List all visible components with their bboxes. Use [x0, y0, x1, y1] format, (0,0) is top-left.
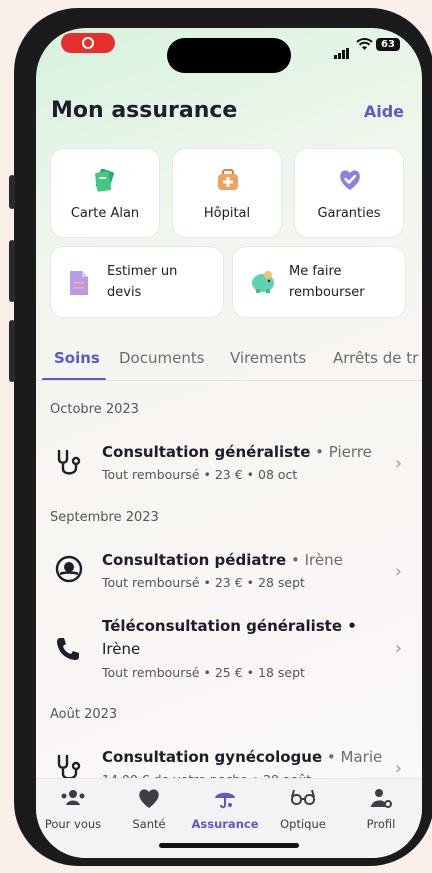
tabbar-profil[interactable]: Profil	[344, 787, 418, 831]
guarantees-button[interactable]: Garanties	[294, 148, 404, 238]
tabbar-label: Santé	[132, 817, 166, 831]
status-bar: 63	[36, 28, 422, 78]
item-title: Consultation pédiatre	[102, 551, 287, 569]
tab-virements[interactable]: Virements	[230, 349, 306, 367]
estimate-quote-button[interactable]: Estimer un devis	[50, 246, 224, 318]
item-title: Téléconsultation généraliste •	[102, 617, 357, 635]
chevron-right-icon: ›	[394, 561, 402, 582]
piggy-bank-icon	[252, 271, 274, 293]
tabbar-pour-vous[interactable]: Pour vous	[36, 787, 110, 831]
list-item[interactable]: Consultation généraliste • Pierre Tout r…	[36, 438, 422, 500]
glasses-icon	[291, 789, 315, 805]
hospital-button[interactable]: Hôpital	[172, 148, 282, 238]
get-reimbursed-label: Me faire rembourser	[289, 264, 365, 300]
wifi-icon	[356, 38, 373, 50]
heart-shield-icon	[340, 170, 360, 190]
volume-down-button	[9, 320, 15, 382]
item-person: • Pierre	[310, 443, 372, 461]
baby-icon	[55, 555, 83, 583]
dynamic-island	[167, 38, 291, 73]
item-detail: Tout remboursé • 23 € • 08 oct	[102, 467, 298, 482]
list-item[interactable]: Téléconsultation généraliste • Irène Tout…	[36, 615, 422, 685]
phone-icon	[57, 638, 79, 660]
section-header: Octobre 2023	[50, 402, 139, 417]
tabbar-label: Pour vous	[44, 817, 102, 831]
page-title: Mon assurance	[51, 98, 238, 123]
card-alan-button[interactable]: Carte Alan	[50, 148, 160, 238]
chevron-right-icon: ›	[394, 758, 402, 779]
item-person: • Marie	[322, 748, 383, 766]
get-reimbursed-button[interactable]: Me faire rembourser	[232, 246, 406, 318]
tabbar-label: Profil	[366, 817, 396, 831]
item-person: Irène	[102, 640, 141, 658]
volume-up-button	[9, 240, 15, 302]
item-detail: Tout remboursé • 25 € • 18 sept	[102, 665, 305, 680]
item-detail: Tout remboursé • 23 € • 28 sept	[102, 575, 305, 590]
list-item[interactable]: Consultation pédiatre • Irène Tout rembo…	[36, 546, 422, 608]
item-title: Consultation généraliste	[102, 443, 311, 461]
item-person: • Irène	[286, 551, 343, 569]
section-header: Septembre 2023	[50, 510, 159, 525]
chevron-right-icon: ›	[394, 638, 402, 659]
tabs-divider	[36, 380, 422, 381]
tab-soins[interactable]: Soins	[54, 349, 100, 367]
tabbar-label: Assurance	[191, 817, 259, 831]
help-link[interactable]: Aide	[364, 102, 404, 121]
card-alan-label: Carte Alan	[70, 206, 140, 221]
tabbar-sante[interactable]: Santé	[112, 787, 186, 831]
hospital-label: Hôpital	[203, 206, 251, 221]
screen-recording-icon	[61, 33, 115, 53]
document-icon	[70, 271, 88, 295]
hospital-icon	[218, 169, 238, 190]
profile-icon	[371, 789, 392, 808]
guarantees-label: Garanties	[317, 206, 381, 221]
item-title: Consultation gynécologue	[102, 748, 323, 766]
people-icon	[61, 790, 85, 805]
home-indicator[interactable]	[159, 843, 299, 848]
stethoscope-icon	[57, 449, 81, 475]
estimate-quote-label: Estimer un devis	[107, 264, 178, 300]
chevron-right-icon: ›	[394, 453, 402, 474]
tabbar-assurance[interactable]: Assurance	[188, 787, 262, 831]
tabbar-optique[interactable]: Optique	[266, 787, 340, 831]
umbrella-icon	[215, 792, 235, 809]
action-button	[9, 175, 15, 209]
heart-icon	[139, 789, 159, 808]
tab-documents[interactable]: Documents	[119, 349, 205, 367]
tab-arrets[interactable]: Arrêts de tr	[333, 349, 418, 367]
tabbar-label: Optique	[280, 817, 326, 831]
card-icon	[95, 168, 114, 192]
signal-icon	[334, 40, 350, 59]
section-header: Août 2023	[50, 707, 118, 722]
list-item[interactable]: Consultation gynécologue • Marie 14,00 €…	[36, 743, 422, 787]
app-screen: 63 Mon assurance Aide Carte Alan Hôpital…	[36, 28, 422, 858]
tab-bar-top: Soins Documents Virements Arrêts de tr	[36, 346, 422, 380]
battery-icon: 63	[376, 38, 400, 51]
